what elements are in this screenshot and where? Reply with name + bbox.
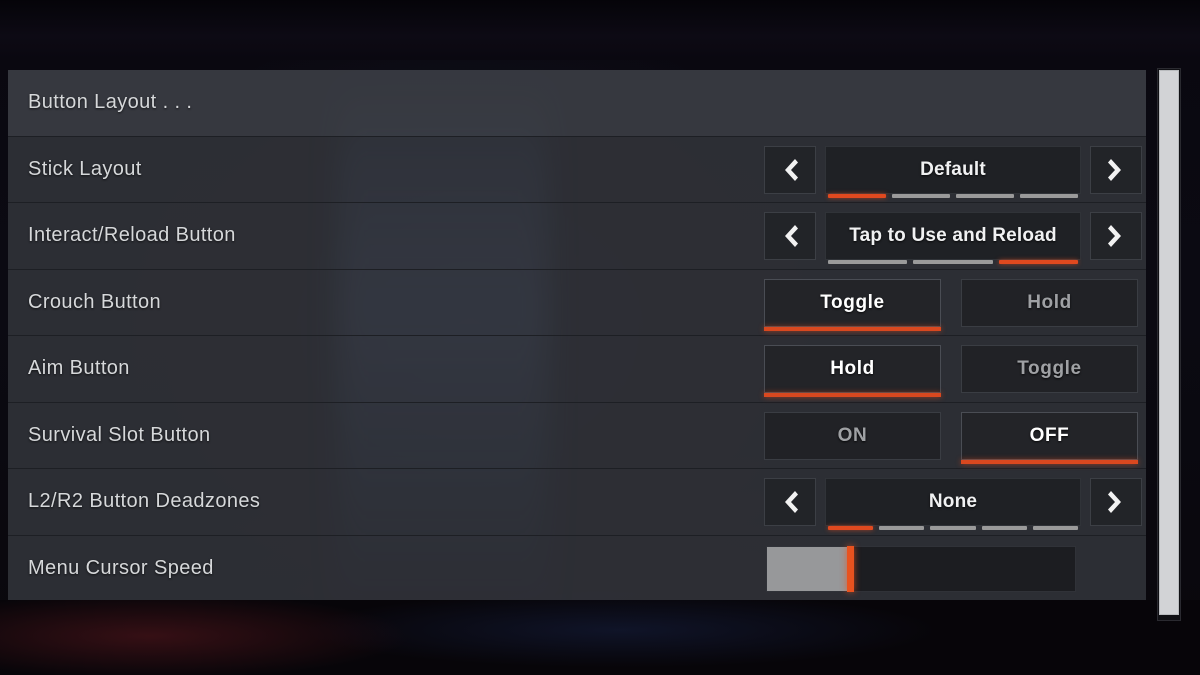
option-button[interactable]: OFF [961, 411, 1138, 464]
value-stepper: None [756, 478, 1142, 531]
settings-row[interactable]: Crouch Button Toggle Hold [8, 269, 1146, 337]
chevron-right-icon[interactable] [1090, 145, 1142, 194]
stepper-segment [892, 193, 950, 198]
option-toggle-group: Toggle Hold [756, 278, 1138, 331]
stepper-segment [956, 193, 1014, 198]
option-button[interactable]: Hold [961, 278, 1138, 327]
option-button-label: Hold [1027, 291, 1072, 313]
slider-fill [767, 546, 851, 591]
stepper-segment [828, 526, 874, 531]
settings-row[interactable]: Menu Cursor Speed [8, 535, 1146, 601]
option-button-label: ON [837, 424, 868, 446]
option-button-label: Toggle [820, 291, 885, 313]
stepper-segment [828, 193, 886, 198]
stepper-value-box[interactable]: Default [825, 145, 1081, 198]
stepper-value-box[interactable]: None [825, 478, 1081, 531]
stepper-segment [879, 526, 925, 531]
settings-row[interactable]: Button Layout . . . [8, 70, 1146, 137]
settings-row-control: None [756, 469, 1146, 536]
stepper-segment [913, 260, 993, 265]
settings-row-label: Button Layout . . . [28, 91, 193, 114]
settings-row-control: Tap to Use and Reload [756, 203, 1146, 270]
scrollbar-track[interactable] [1157, 68, 1181, 621]
background-bottom-bar [0, 600, 1200, 675]
cursor-speed-slider[interactable] [766, 545, 1076, 592]
settings-row-label: Crouch Button [28, 290, 162, 313]
option-button-label: Toggle [1017, 358, 1082, 380]
option-button-label: OFF [1029, 424, 1070, 446]
slider-handle[interactable] [847, 545, 855, 592]
option-button-label: Hold [830, 358, 875, 380]
scrollbar-thumb[interactable] [1159, 70, 1179, 616]
value-stepper: Tap to Use and Reload [756, 212, 1142, 265]
option-button[interactable]: Toggle [764, 278, 941, 331]
option-button[interactable]: Hold [764, 345, 941, 398]
settings-row-label: Stick Layout [28, 157, 142, 180]
settings-row[interactable]: Stick Layout Default [8, 136, 1146, 204]
option-toggle-group: Hold Toggle [756, 345, 1138, 398]
settings-row-control: ON OFF [756, 403, 1146, 470]
settings-row-control: Default [756, 137, 1146, 204]
stepper-segments [828, 260, 1078, 265]
game-settings-screen: Button Layout . . . Stick Layout Default In… [0, 0, 1200, 675]
stepper-segment [930, 526, 976, 531]
settings-row-label: Survival Slot Button [28, 423, 211, 446]
stepper-segment [828, 260, 908, 265]
settings-panel: Button Layout . . . Stick Layout Default In… [8, 70, 1146, 600]
stepper-value-text: Default [920, 158, 986, 180]
stepper-value-text: Tap to Use and Reload [849, 225, 1057, 247]
value-stepper: Default [756, 145, 1142, 198]
settings-row-label: L2/R2 Button Deadzones [28, 490, 261, 513]
settings-row-label: Interact/Reload Button [28, 224, 236, 247]
settings-row-control: Toggle Hold [756, 270, 1146, 337]
chevron-left-icon[interactable] [764, 145, 816, 194]
chevron-right-icon[interactable] [1090, 212, 1142, 261]
chevron-right-icon[interactable] [1090, 478, 1142, 527]
settings-row-label: Aim Button [28, 357, 130, 380]
stepper-segment [998, 260, 1078, 265]
chevron-left-icon[interactable] [764, 212, 816, 261]
settings-row[interactable]: L2/R2 Button Deadzones None [8, 469, 1146, 536]
option-button[interactable]: ON [764, 411, 941, 460]
settings-row-label: Menu Cursor Speed [28, 557, 214, 580]
stepper-value-box[interactable]: Tap to Use and Reload [825, 212, 1081, 265]
stepper-segments [828, 526, 1079, 531]
stepper-segment [981, 526, 1027, 531]
stepper-segment [1032, 526, 1079, 531]
settings-row-control: Hold Toggle [756, 336, 1146, 403]
settings-row[interactable]: Survival Slot Button ON OFF [8, 402, 1146, 470]
stepper-segment [1020, 193, 1078, 198]
settings-row[interactable]: Interact/Reload Button Tap to Use and Rel… [8, 203, 1146, 270]
option-toggle-group: ON OFF [756, 411, 1138, 464]
settings-row[interactable]: Aim Button Hold Toggle [8, 336, 1146, 403]
settings-row-control [756, 536, 1146, 601]
settings-rows-list: Button Layout . . . Stick Layout Default In… [8, 70, 1146, 600]
chevron-left-icon[interactable] [764, 478, 816, 527]
background-top-bar [0, 0, 1200, 60]
stepper-segments [828, 193, 1078, 198]
option-button[interactable]: Toggle [961, 345, 1138, 394]
stepper-value-text: None [928, 491, 978, 513]
